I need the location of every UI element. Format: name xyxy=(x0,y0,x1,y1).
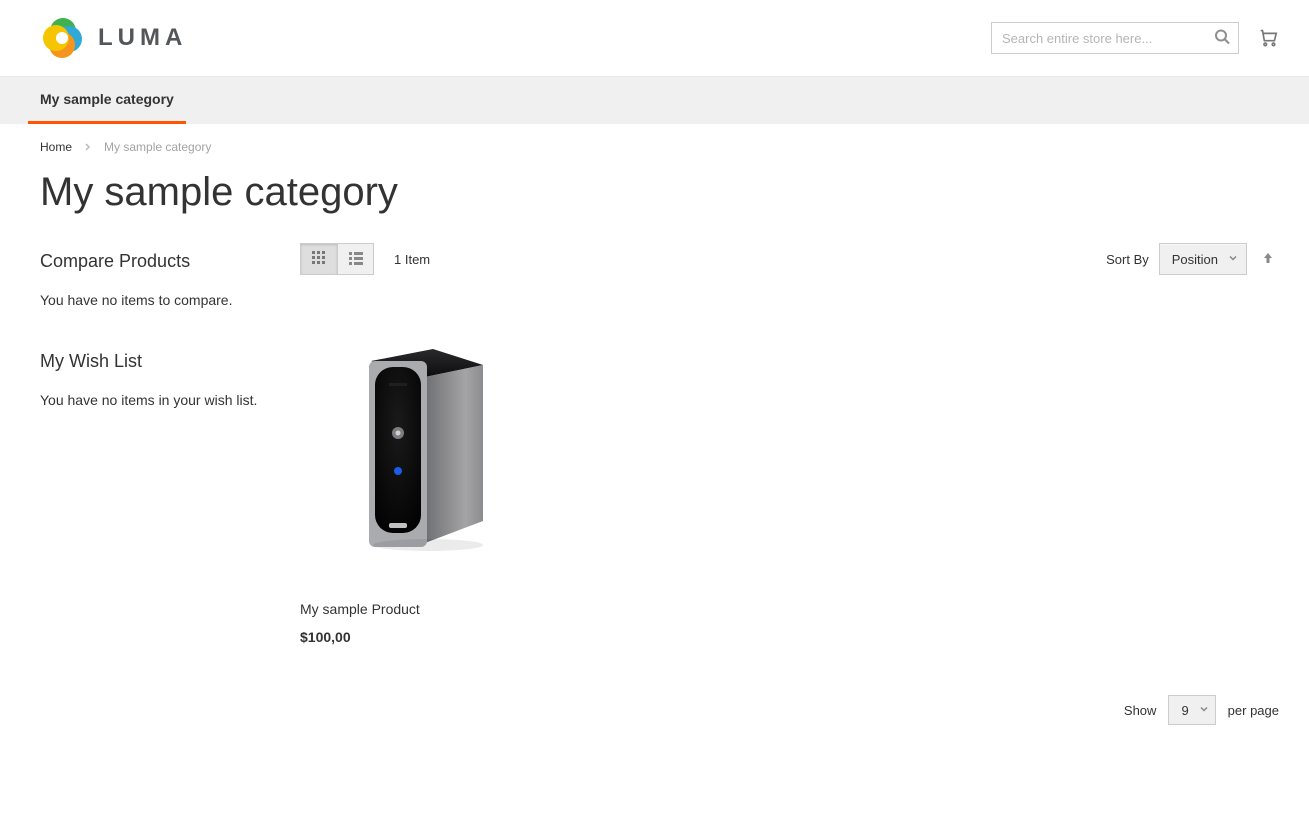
arrow-up-icon xyxy=(1261,253,1275,268)
grid-icon xyxy=(312,251,326,268)
main-content: 1 Item Sort By Position xyxy=(300,239,1279,735)
sorter: Sort By Position xyxy=(1106,243,1279,275)
breadcrumb-home[interactable]: Home xyxy=(40,140,72,154)
page-title: My sample category xyxy=(0,164,1309,239)
search-box xyxy=(991,22,1239,54)
logo-text: LUMA xyxy=(98,24,187,52)
header-actions xyxy=(991,22,1279,54)
search-button[interactable] xyxy=(1212,27,1232,50)
item-count: 1 Item xyxy=(394,252,430,267)
product-image xyxy=(300,313,515,583)
search-icon xyxy=(1214,33,1230,48)
logo[interactable]: LUMA xyxy=(40,16,187,60)
view-mode-switcher xyxy=(300,243,374,275)
per-page-label: per page xyxy=(1228,703,1279,718)
product-price: $100,00 xyxy=(300,629,515,645)
logo-icon xyxy=(40,16,84,60)
list-view-button[interactable] xyxy=(337,244,373,274)
cart-icon[interactable] xyxy=(1257,26,1279,51)
chevron-down-icon xyxy=(1199,703,1209,718)
sort-by-label: Sort By xyxy=(1106,252,1149,267)
search-input[interactable] xyxy=(992,23,1238,53)
chevron-right-icon xyxy=(84,140,92,154)
sort-by-value: Position xyxy=(1172,252,1218,267)
sidebar: Compare Products You have no items to co… xyxy=(40,239,270,735)
show-label: Show xyxy=(1124,703,1157,718)
nav-item-label: My sample category xyxy=(40,91,174,107)
product-card[interactable]: My sample Product $100,00 xyxy=(300,313,515,645)
product-grid: My sample Product $100,00 xyxy=(300,293,1279,645)
wishlist-empty-text: You have no items in your wish list. xyxy=(40,390,270,411)
sort-by-select[interactable]: Position xyxy=(1159,243,1247,275)
nav-item-category[interactable]: My sample category xyxy=(28,77,186,124)
page-header: LUMA xyxy=(0,0,1309,76)
toolbar-top: 1 Item Sort By Position xyxy=(300,239,1279,293)
sort-direction-button[interactable] xyxy=(1257,247,1279,272)
compare-empty-text: You have no items to compare. xyxy=(40,290,270,311)
toolbar-bottom: Show 9 per page xyxy=(300,645,1279,735)
page-size-value: 9 xyxy=(1181,703,1188,718)
breadcrumb: Home My sample category xyxy=(0,124,1309,164)
breadcrumb-current: My sample category xyxy=(104,140,211,154)
page-size-select[interactable]: 9 xyxy=(1168,695,1215,725)
wishlist-title: My Wish List xyxy=(40,351,270,372)
list-icon xyxy=(349,251,363,268)
compare-products-title: Compare Products xyxy=(40,251,270,272)
grid-view-button[interactable] xyxy=(301,244,337,274)
product-name: My sample Product xyxy=(300,601,515,617)
chevron-down-icon xyxy=(1228,252,1238,267)
main-nav: My sample category xyxy=(0,76,1309,124)
